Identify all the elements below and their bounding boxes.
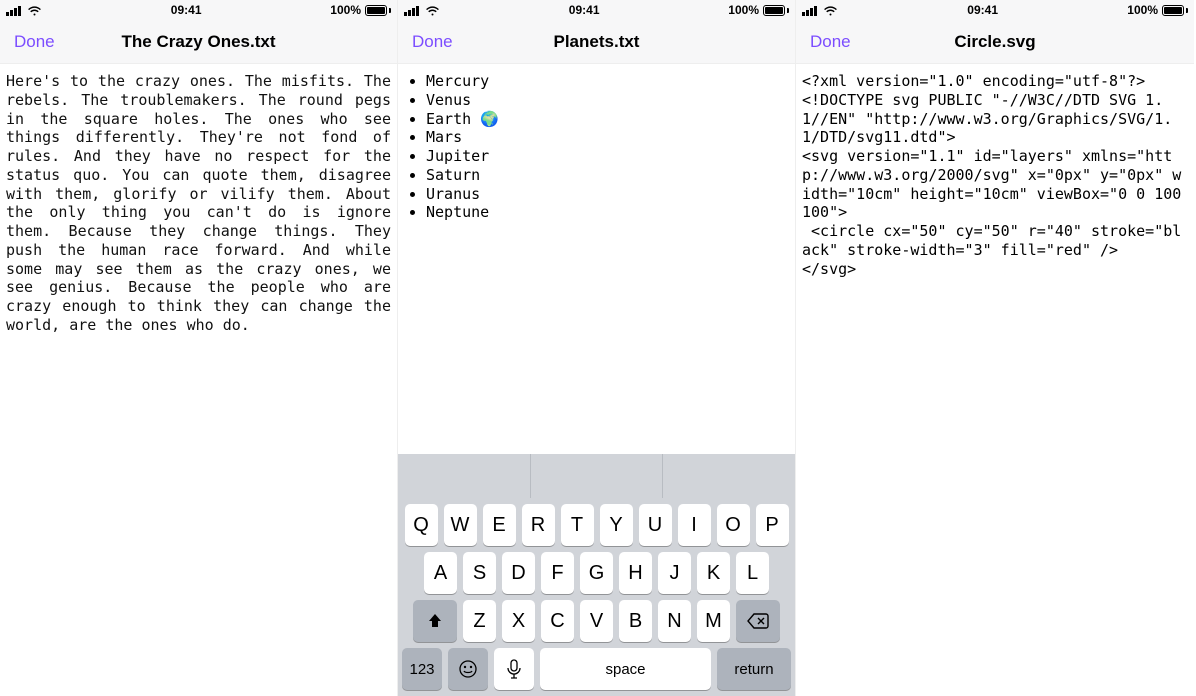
key-r[interactable]: R (522, 504, 555, 546)
emoji-key[interactable] (448, 648, 488, 690)
phone-screen-3: 09:41 100% Done Circle.svg <?xml version… (796, 0, 1194, 696)
wifi-icon (425, 5, 440, 16)
text-content[interactable]: Here's to the crazy ones. The misfits. T… (0, 64, 397, 696)
text-content[interactable]: <?xml version="1.0" encoding="utf-8"?> <… (796, 64, 1194, 696)
body-text: Here's to the crazy ones. The misfits. T… (6, 72, 391, 335)
status-time: 09:41 (569, 3, 600, 17)
key-m[interactable]: M (697, 600, 730, 642)
key-l[interactable]: L (736, 552, 769, 594)
key-w[interactable]: W (444, 504, 477, 546)
battery-icon (763, 5, 789, 16)
list-item: Earth 🌍 (426, 110, 789, 129)
key-n[interactable]: N (658, 600, 691, 642)
list-item: Neptune (426, 203, 789, 222)
battery-percent: 100% (330, 3, 361, 17)
status-time: 09:41 (967, 3, 998, 17)
nav-title: The Crazy Ones.txt (0, 32, 397, 52)
emoji-icon (458, 659, 478, 679)
battery-icon (365, 5, 391, 16)
suggestion-bar[interactable] (398, 454, 795, 498)
nav-title: Planets.txt (398, 32, 795, 52)
status-time: 09:41 (171, 3, 202, 17)
phone-screen-1: 09:41 100% Done The Crazy Ones.txt Here'… (0, 0, 398, 696)
key-d[interactable]: D (502, 552, 535, 594)
key-f[interactable]: F (541, 552, 574, 594)
keyboard: QWERTYUIOP ASDFGHJKL ZXCVBNM 123 (398, 454, 795, 696)
key-p[interactable]: P (756, 504, 789, 546)
shift-icon (426, 612, 444, 630)
status-bar: 09:41 100% (796, 0, 1194, 20)
shift-key[interactable] (413, 600, 457, 642)
nav-bar: Done The Crazy Ones.txt (0, 20, 397, 64)
list-item: Saturn (426, 166, 789, 185)
key-j[interactable]: J (658, 552, 691, 594)
signal-icon (404, 5, 421, 16)
key-y[interactable]: Y (600, 504, 633, 546)
key-t[interactable]: T (561, 504, 594, 546)
key-s[interactable]: S (463, 552, 496, 594)
phone-screen-2: 09:41 100% Done Planets.txt MercuryVenus… (398, 0, 796, 696)
backspace-key[interactable] (736, 600, 780, 642)
return-key[interactable]: return (717, 648, 791, 690)
list-item: Mars (426, 128, 789, 147)
list-item: Venus (426, 91, 789, 110)
status-bar: 09:41 100% (0, 0, 397, 20)
nav-title: Circle.svg (796, 32, 1194, 52)
key-e[interactable]: E (483, 504, 516, 546)
key-u[interactable]: U (639, 504, 672, 546)
code-text: <?xml version="1.0" encoding="utf-8"?> <… (802, 72, 1188, 278)
key-x[interactable]: X (502, 600, 535, 642)
backspace-icon (747, 613, 769, 629)
key-b[interactable]: B (619, 600, 652, 642)
planet-list: MercuryVenusEarth 🌍MarsJupiterSaturnUran… (404, 72, 789, 222)
signal-icon (6, 5, 23, 16)
done-button[interactable]: Done (14, 32, 55, 52)
done-button[interactable]: Done (412, 32, 453, 52)
list-item: Mercury (426, 72, 789, 91)
mic-icon (507, 659, 521, 679)
done-button[interactable]: Done (810, 32, 851, 52)
key-i[interactable]: I (678, 504, 711, 546)
key-q[interactable]: Q (405, 504, 438, 546)
battery-icon (1162, 5, 1188, 16)
key-c[interactable]: C (541, 600, 574, 642)
status-bar: 09:41 100% (398, 0, 795, 20)
key-g[interactable]: G (580, 552, 613, 594)
key-h[interactable]: H (619, 552, 652, 594)
key-v[interactable]: V (580, 600, 613, 642)
nav-bar: Done Planets.txt (398, 20, 795, 64)
wifi-icon (823, 5, 838, 16)
battery-percent: 100% (728, 3, 759, 17)
key-a[interactable]: A (424, 552, 457, 594)
list-item: Jupiter (426, 147, 789, 166)
signal-icon (802, 5, 819, 16)
nav-bar: Done Circle.svg (796, 20, 1194, 64)
mic-key[interactable] (494, 648, 534, 690)
list-item: Uranus (426, 185, 789, 204)
numbers-key[interactable]: 123 (402, 648, 442, 690)
space-key[interactable]: space (540, 648, 711, 690)
battery-percent: 100% (1127, 3, 1158, 17)
key-z[interactable]: Z (463, 600, 496, 642)
wifi-icon (27, 5, 42, 16)
key-k[interactable]: K (697, 552, 730, 594)
key-o[interactable]: O (717, 504, 750, 546)
